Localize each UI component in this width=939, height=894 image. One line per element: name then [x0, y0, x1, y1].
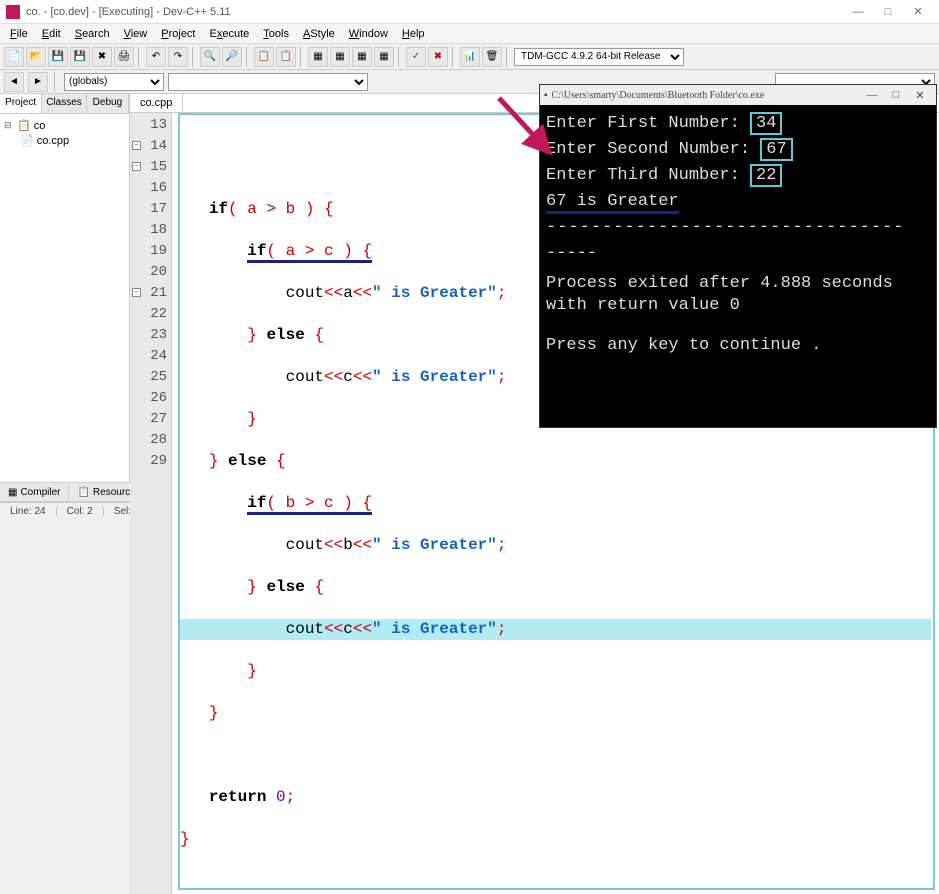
profile-icon[interactable]: 📊 [460, 47, 480, 67]
menu-file[interactable]: File [4, 26, 34, 42]
new-icon[interactable]: 📄 [4, 47, 24, 67]
separator [138, 47, 142, 67]
compile-icon[interactable]: ▦ [308, 47, 328, 67]
console-close[interactable]: ✕ [908, 89, 932, 102]
title-bar: co. - [co.dev] - [Executing] - Dev-C++ 5… [0, 0, 939, 24]
separator [246, 47, 250, 67]
console-icon: ▪ [544, 90, 548, 101]
console-title-text: C:\Users\smarty\Documents\Bluetooth Fold… [552, 90, 860, 101]
menu-bar: File Edit Search View Project Execute To… [0, 24, 939, 44]
sidebar: Project Classes Debug ⊟📋 co 📄 co.cpp [0, 94, 130, 482]
toolbar-main: 📄 📂 💾 💾 ✖ 🖨 ↶ ↷ 🔍 🔎 📋 📋 ▦ ▦ ▦ ▦ ✓ ✖ 📊 🗑 … [0, 44, 939, 70]
compiler-select[interactable]: TDM-GCC 4.9.2 64-bit Release [514, 48, 684, 66]
menu-window[interactable]: Window [343, 26, 394, 42]
menu-search[interactable]: Search [69, 26, 116, 42]
scope-select[interactable]: (globals) [64, 73, 164, 91]
separator [506, 47, 510, 67]
console-output: Enter First Number: 34 Enter Second Numb… [540, 105, 936, 365]
tab-debug[interactable]: Debug [87, 94, 129, 113]
tree-root[interactable]: ⊟📋 co [4, 118, 125, 133]
debug-icon[interactable]: ✓ [406, 47, 426, 67]
goto-icon[interactable]: 📋 [254, 47, 274, 67]
undo-icon[interactable]: ↶ [146, 47, 166, 67]
separator [192, 47, 196, 67]
print-icon[interactable]: 🖨 [114, 47, 134, 67]
separator [452, 47, 456, 67]
tab-classes[interactable]: Classes [42, 94, 87, 113]
find-icon[interactable]: 🔍 [200, 47, 220, 67]
gutter: 13 −14 −15 16 17 18 19 20 −21 22 23 24 2… [130, 113, 172, 894]
saveall-icon[interactable]: 💾 [70, 47, 90, 67]
redo-icon[interactable]: ↷ [168, 47, 188, 67]
tree-file[interactable]: 📄 co.cpp [4, 133, 125, 148]
compile-run-icon[interactable]: ▦ [352, 47, 372, 67]
rebuild-icon[interactable]: ▦ [374, 47, 394, 67]
close-button[interactable]: ✕ [903, 2, 933, 22]
tab-project[interactable]: Project [0, 94, 42, 113]
btab-compiler[interactable]: ▦ Compiler [0, 485, 69, 500]
run-icon[interactable]: ▦ [330, 47, 350, 67]
member-select[interactable] [168, 73, 368, 91]
sidebar-tabs: Project Classes Debug [0, 94, 129, 114]
console-titlebar: ▪ C:\Users\smarty\Documents\Bluetooth Fo… [540, 85, 936, 105]
menu-execute[interactable]: Execute [204, 26, 256, 42]
menu-view[interactable]: View [118, 26, 154, 42]
menu-tools[interactable]: Tools [257, 26, 295, 42]
menu-project[interactable]: Project [155, 26, 201, 42]
separator [398, 47, 402, 67]
minimize-button[interactable]: — [843, 2, 873, 22]
console-window: ▪ C:\Users\smarty\Documents\Bluetooth Fo… [539, 84, 937, 428]
stop-icon[interactable]: ✖ [428, 47, 448, 67]
delete-icon[interactable]: 🗑 [482, 47, 502, 67]
menu-help[interactable]: Help [396, 26, 431, 42]
open-icon[interactable]: 📂 [26, 47, 46, 67]
maximize-button[interactable]: □ [873, 2, 903, 22]
menu-astyle[interactable]: AStyle [297, 26, 341, 42]
save-icon[interactable]: 💾 [48, 47, 68, 67]
status-line: Line: 24 [0, 506, 57, 517]
separator [54, 72, 58, 92]
menu-edit[interactable]: Edit [36, 26, 67, 42]
replace-icon[interactable]: 🔎 [222, 47, 242, 67]
file-tab-active[interactable]: co.cpp [130, 94, 183, 112]
close-file-icon[interactable]: ✖ [92, 47, 112, 67]
back-icon[interactable]: ◄ [4, 72, 24, 92]
status-col: Col: 2 [57, 506, 104, 517]
project-tree: ⊟📋 co 📄 co.cpp [0, 114, 129, 152]
app-icon [6, 5, 20, 19]
console-minimize[interactable]: — [860, 89, 884, 101]
console-maximize[interactable]: □ [884, 89, 908, 101]
window-title: co. - [co.dev] - [Executing] - Dev-C++ 5… [26, 6, 843, 18]
separator [300, 47, 304, 67]
forward-icon[interactable]: ► [28, 72, 48, 92]
batch-icon[interactable]: 📋 [276, 47, 296, 67]
